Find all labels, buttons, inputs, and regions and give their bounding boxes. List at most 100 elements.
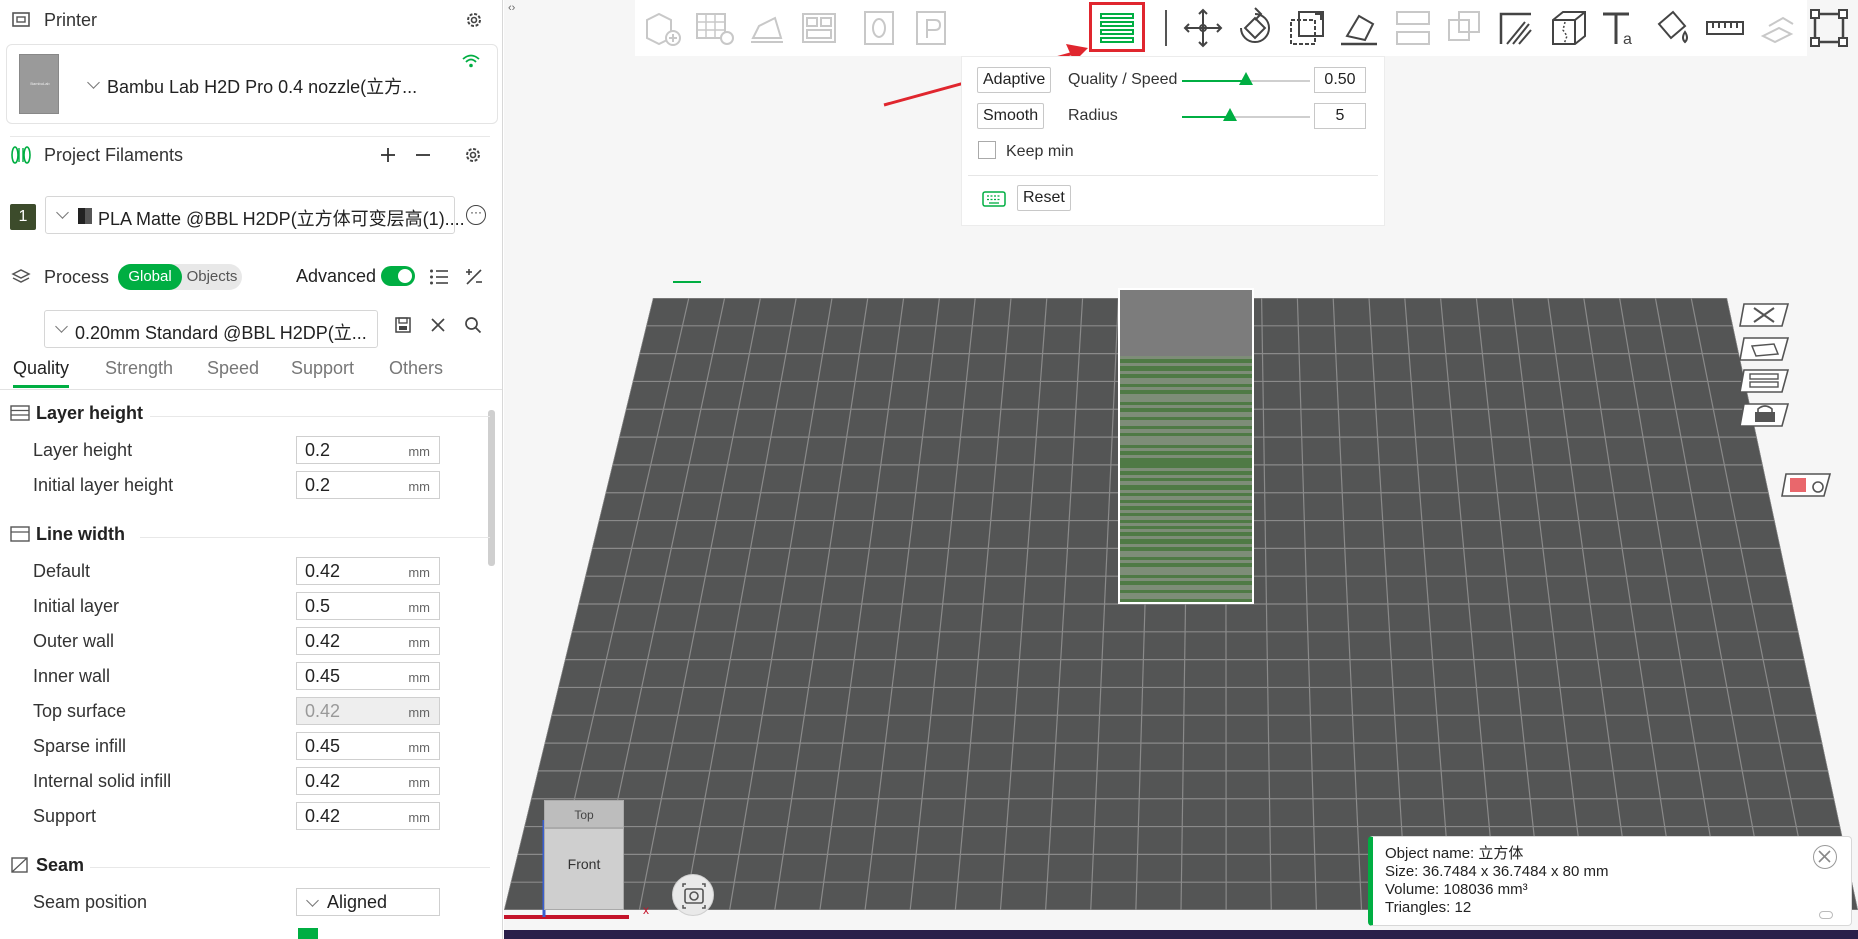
x-axis-label: x — [643, 903, 649, 917]
advanced-switch[interactable] — [381, 266, 415, 286]
close-info-icon[interactable] — [1813, 845, 1837, 869]
plate-view-tool-icon[interactable] — [1738, 334, 1794, 369]
printer-settings-gear-icon[interactable] — [463, 9, 485, 31]
arrange-icon[interactable] — [797, 6, 841, 50]
process-preset-name: 0.20mm Standard @BBL H2DP(立... — [75, 323, 367, 343]
object-name-line: Object name: 立方体 — [1385, 845, 1524, 862]
reset-button[interactable]: Reset — [1017, 185, 1071, 211]
list-view-icon[interactable] — [428, 266, 450, 288]
camera-reset-button[interactable] — [672, 874, 714, 916]
smooth-button[interactable]: Smooth — [977, 103, 1045, 129]
text-icon[interactable]: a — [1599, 6, 1643, 50]
line-width-inner-wall-input[interactable]: 0.45 mm — [296, 662, 440, 690]
objects-toggle-option[interactable]: Objects — [182, 264, 242, 290]
filament-more-options-icon[interactable]: ··· — [466, 205, 486, 225]
printer-dropdown-chevron-icon[interactable] — [87, 76, 100, 89]
plate-marker — [673, 281, 701, 283]
view-cube[interactable]: Top Front — [544, 800, 624, 910]
partially-visible-checkbox[interactable] — [298, 928, 318, 939]
plate-settings-tool-icon[interactable] — [1780, 470, 1836, 505]
close-icon[interactable] — [427, 314, 449, 336]
chevron-down-icon — [55, 320, 68, 333]
setting-label: Sparse infill — [33, 736, 127, 756]
auto-orient-icon[interactable] — [745, 6, 789, 50]
cube-object[interactable] — [1118, 288, 1254, 604]
camera-icon — [682, 883, 706, 909]
arrange-plate-tool-icon[interactable] — [1738, 366, 1794, 401]
global-objects-toggle[interactable]: Global Objects — [118, 264, 242, 290]
printer-icon — [10, 9, 32, 31]
add-filament-icon[interactable] — [377, 144, 399, 166]
group-line-width-header: Line width — [10, 519, 125, 549]
radius-slider[interactable] — [1182, 108, 1310, 121]
lay-on-face-icon[interactable] — [1337, 6, 1381, 50]
tab-strength[interactable]: Strength — [105, 358, 173, 379]
tab-others[interactable]: Others — [389, 358, 443, 379]
scale-icon[interactable] — [1285, 6, 1329, 50]
remove-filament-icon[interactable] — [412, 144, 434, 166]
view-cube-front-face[interactable]: Front — [544, 828, 624, 910]
move-icon[interactable] — [1181, 6, 1225, 50]
rotate-icon[interactable] — [1233, 6, 1277, 50]
line-width-support-input[interactable]: 0.42 mm — [296, 802, 440, 830]
group-title: Seam — [36, 854, 85, 875]
layer-height-input[interactable]: 0.2 mm — [296, 436, 440, 464]
left-sidebar: Printer BambuLab Bambu Lab H2D Pro 0.4 n… — [0, 0, 503, 939]
object-volume-line: Volume: 108036 mm³ — [1385, 881, 1528, 898]
setting-label: Internal solid infill — [33, 771, 172, 791]
measure-icon[interactable] — [1703, 6, 1747, 50]
add-plate-icon[interactable] — [693, 6, 737, 50]
view-cube-top-face[interactable]: Top — [544, 800, 624, 828]
line-width-outer-wall-input[interactable]: 0.42 mm — [296, 627, 440, 655]
filament-select[interactable]: PLA Matte @BBL H2DP(立方体可变层高(1).... — [45, 196, 465, 234]
keyboard-shortcuts-icon[interactable] — [982, 191, 1006, 212]
cut-icon[interactable] — [1391, 6, 1435, 50]
3d-viewport[interactable]: ‹› x a Adaptive Quality / Speed 0.50 Smo… — [504, 0, 1858, 939]
settings-scrollbar[interactable] — [488, 410, 495, 566]
printer-name[interactable]: Bambu Lab H2D Pro 0.4 nozzle(立方... — [107, 73, 417, 99]
keep-min-checkbox[interactable] — [978, 141, 996, 159]
line-width-internal-solid-infill-input[interactable]: 0.42 mm — [296, 767, 440, 795]
setting-label: Inner wall — [33, 666, 111, 686]
lock-plate-tool-icon[interactable] — [1738, 400, 1794, 435]
object-list-tool-icon[interactable] — [1738, 300, 1794, 335]
line-width-sparse-infill-input[interactable]: 0.45 mm — [296, 732, 440, 760]
setting-label: Layer height — [33, 440, 133, 460]
layer-height-icon — [10, 405, 30, 421]
add-object-icon[interactable] — [641, 6, 685, 50]
filament-settings-gear-icon[interactable] — [462, 144, 484, 166]
save-preset-icon[interactable] — [392, 314, 414, 336]
toolbar-separator — [1165, 10, 1167, 46]
setting-label: Support — [33, 806, 97, 826]
line-width-default-input[interactable]: 0.42 mm — [296, 557, 440, 585]
setting-label: Top surface — [33, 701, 127, 721]
color-painting-icon[interactable] — [1651, 6, 1695, 50]
process-preset-select[interactable]: 0.20mm Standard @BBL H2DP(立... — [44, 310, 378, 348]
global-toggle-option[interactable]: Global — [118, 264, 182, 290]
fit-view-icon[interactable] — [1807, 6, 1851, 50]
seam-position-select[interactable]: Aligned — [296, 888, 440, 916]
assembly-icon[interactable] — [1755, 6, 1799, 50]
boolean-icon[interactable] — [1443, 6, 1487, 50]
initial-layer-height-input[interactable]: 0.2 mm — [296, 471, 440, 499]
printer-card[interactable]: BambuLab Bambu Lab H2D Pro 0.4 nozzle(立方… — [6, 44, 498, 124]
filament-index-badge[interactable]: 1 — [10, 204, 36, 230]
support-painting-icon[interactable] — [1495, 6, 1539, 50]
adaptive-button[interactable]: Adaptive — [977, 67, 1052, 93]
tab-quality[interactable]: Quality — [13, 358, 70, 388]
object-triangles-line: Triangles: 12 — [1385, 899, 1472, 916]
radius-value[interactable]: 5 — [1314, 103, 1366, 129]
line-width-initial-layer-input[interactable]: 0.5 mm — [296, 592, 440, 620]
collapse-info-icon[interactable] — [1819, 911, 1833, 919]
tab-support[interactable]: Support — [291, 358, 354, 379]
compare-presets-icon[interactable] — [463, 266, 485, 288]
quality-speed-slider[interactable] — [1182, 72, 1310, 85]
line-width-top-surface-input: 0.42 mm — [296, 697, 440, 725]
divider — [90, 867, 490, 868]
seam-painting-icon[interactable] — [1547, 6, 1591, 50]
filaments-section-header: Project Filaments — [0, 135, 502, 175]
group-seam-header: Seam — [10, 850, 84, 880]
search-icon[interactable] — [462, 314, 484, 336]
tab-speed[interactable]: Speed — [207, 358, 259, 379]
quality-speed-value[interactable]: 0.50 — [1314, 67, 1366, 93]
